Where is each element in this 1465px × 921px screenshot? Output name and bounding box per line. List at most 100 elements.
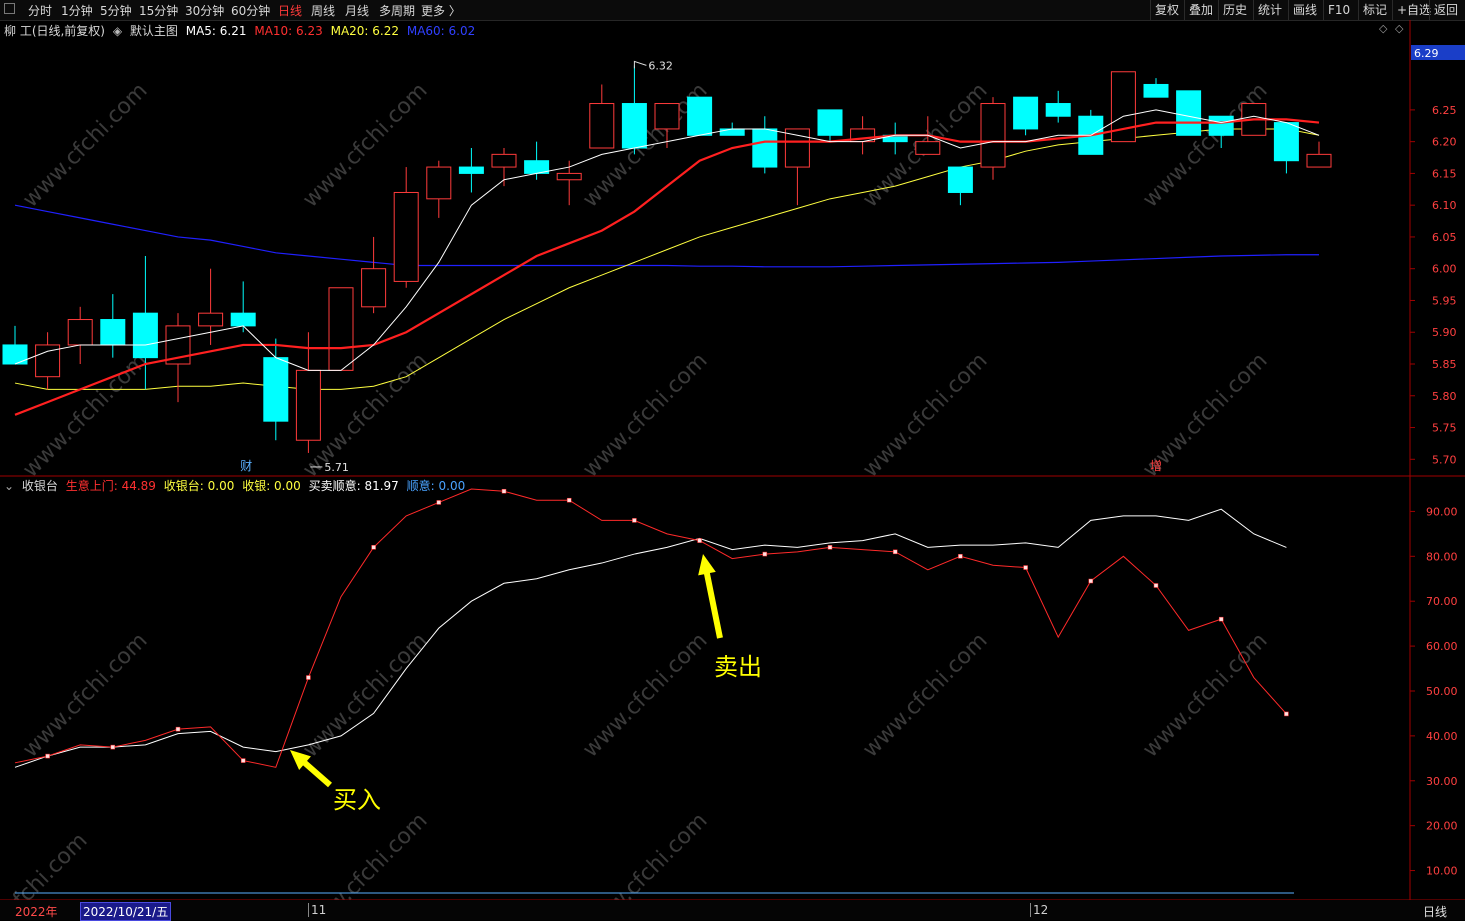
shengyi-shangmen-line [14,488,1287,768]
indicator-point [892,549,898,555]
price-tick-label: 6.10 [1432,199,1457,212]
candle [1045,90,1071,123]
candle [1273,122,1299,174]
indicator-point [45,753,50,759]
year-label: 2022年 [15,905,58,919]
price-tick-label: 6.05 [1432,231,1457,244]
indicator-point [306,675,311,680]
indicator-point [436,500,442,505]
candle-body [654,103,680,130]
candle-body [752,128,778,168]
watermark-text: www.cfchi.com [18,78,152,212]
candle [393,167,419,288]
price-tick-label: 6.20 [1432,136,1457,149]
indicator-point [958,554,963,559]
candle-body [1208,115,1234,136]
price-tick-label: 5.70 [1432,453,1457,466]
candle-body [556,172,582,181]
candle-body [1143,83,1169,98]
price-tick-label: 6.25 [1432,104,1457,117]
candle [1143,78,1169,98]
indicator-point [762,551,768,557]
chart-canvas[interactable]: www.cfchi.com www.cfchi.com www.cfchi.com w… [0,0,1465,920]
watermark-text: www.cfchi.com [18,628,152,762]
candle [230,281,256,333]
candle-body [328,287,354,371]
candle [35,332,61,390]
indicator-point [1023,565,1028,570]
month-11-label: 11 [308,903,326,917]
indicator-point [240,758,246,763]
price-tick-label: 6.15 [1432,167,1457,180]
candle [361,236,387,314]
low-price-label: 5.71 [324,461,349,474]
candle-body [589,103,615,149]
high-marker-arrow [633,60,647,69]
indicator-point [697,538,702,543]
indicator-point [632,518,637,523]
indicator-tick-label: 50.00 [1426,685,1458,698]
candle [1078,109,1104,155]
candle [491,148,517,187]
candle-body [361,268,387,308]
candle-body [67,319,93,346]
current-price-text: 6.29 [1414,47,1439,60]
candle [817,109,843,142]
candle [2,325,28,365]
date-cursor-label: 2022/10/21/五 [80,902,172,921]
indicator-tick-label: 20.00 [1426,820,1458,833]
annotation-layer: 5.71 6.32 财 增买入 卖出 [240,59,1162,814]
candle [524,141,550,180]
candle-body [719,128,745,136]
high-price-label: 6.32 [648,59,673,72]
ma10-line-layer [14,118,1320,416]
maimai-shunyi-line [14,508,1287,768]
candle [458,148,484,193]
candle [426,160,452,218]
increase-event-marker[interactable]: 增 [1150,459,1162,473]
ma60-line-layer [14,204,1319,268]
indicator-tick-label: 30.00 [1426,775,1458,788]
candle-body [1176,90,1202,136]
month-12-label: 12 [1030,903,1048,917]
sell-arrow [698,554,723,639]
candle-body [100,319,126,346]
candle-body [817,109,843,136]
indicator-point [827,545,833,550]
indicator-point [110,744,116,750]
indicator-point [371,545,376,550]
candle-body [1306,153,1332,168]
watermark-text: www.cfchi.com [858,348,992,482]
indicator-tick-label: 40.00 [1426,730,1458,743]
candle [328,287,354,371]
candle-body [393,191,419,282]
indicator-point [501,488,507,494]
candle-body [263,357,289,422]
candle-body [491,153,517,168]
indicator-tick-label: 90.00 [1426,505,1458,518]
candle-body [230,312,256,327]
indicator-tick-label: 10.00 [1426,865,1458,878]
candle-body [132,312,158,359]
indicator-point [1218,616,1224,622]
candle-body [980,103,1006,168]
candle [67,306,93,364]
candle-body [784,128,810,168]
indicator-axis: 90.00 80.00 70.00 60.00 50.00 40.00 30.00 20.00… [1410,505,1458,878]
period-label[interactable]: 日线 [1423,903,1447,920]
buy-label: 买入 [333,786,381,814]
candle [589,84,615,149]
date-axis-bar: 2022年 2022/10/21/五 11 12 日线 [0,900,1465,921]
indicator-point [1088,578,1094,584]
candle [621,65,647,155]
candle [687,96,713,136]
indicator-point [1284,711,1289,717]
price-axis: 6.25 6.20 6.15 6.10 6.05 6.00 5.95 5.90 5.85 5.80… [1410,104,1457,466]
candle [752,116,778,174]
indicator-tick-label: 80.00 [1426,550,1458,563]
price-tick-label: 5.80 [1432,390,1457,403]
price-tick-label: 5.95 [1432,294,1457,307]
candle [947,166,973,206]
finance-event-marker[interactable]: 财 [240,459,252,473]
watermark-text: www.cfchi.com [858,628,992,762]
